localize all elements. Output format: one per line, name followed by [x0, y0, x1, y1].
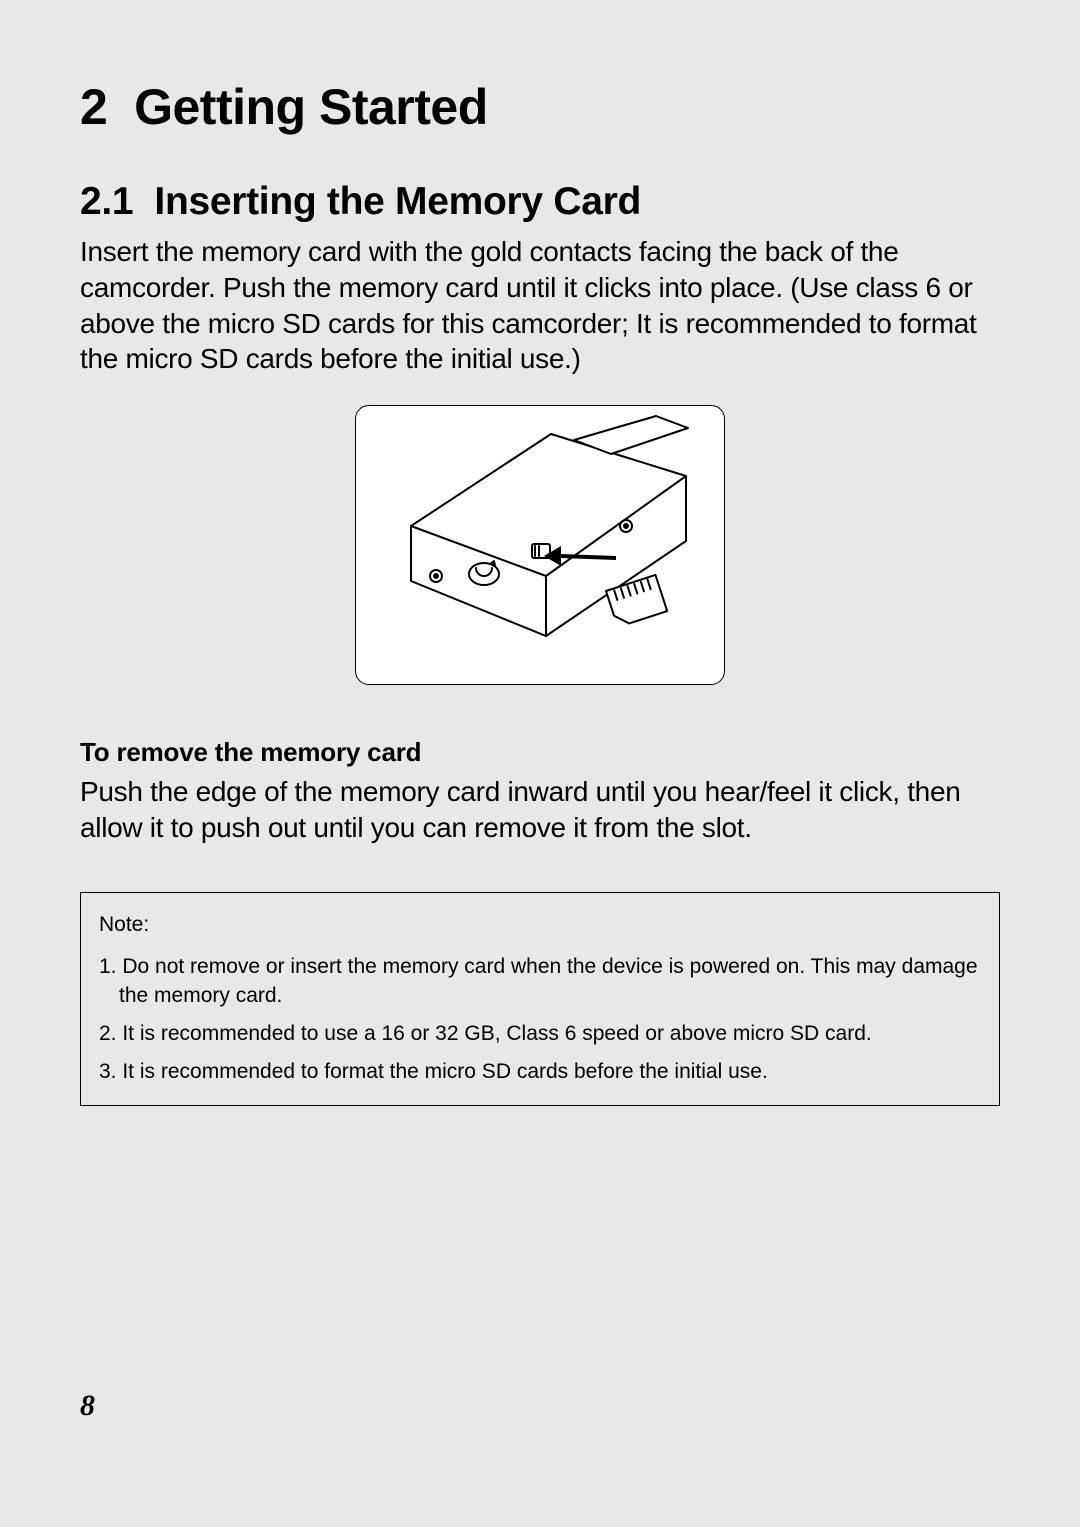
note-item-3: 3. It is recommended to format the micro…	[99, 1058, 981, 1086]
section-title-text: Inserting the Memory Card	[154, 180, 641, 223]
note-item-2: 2. It is recommended to use a 16 or 32 G…	[99, 1020, 981, 1048]
remove-card-paragraph: Push the edge of the memory card inward …	[80, 774, 1000, 846]
page-number: 8	[80, 1389, 95, 1423]
note-box: Note: 1. Do not remove or insert the mem…	[80, 892, 1000, 1106]
camcorder-illustration-svg	[356, 406, 726, 686]
section-title: 2.1 Inserting the Memory Card	[80, 180, 1000, 224]
remove-card-heading: To remove the memory card	[80, 737, 1000, 768]
camcorder-sd-insert-illustration	[355, 405, 725, 685]
chapter-title-text: Getting Started	[134, 79, 488, 135]
note-item-1: 1. Do not remove or insert the memory ca…	[99, 953, 981, 1010]
intro-paragraph: Insert the memory card with the gold con…	[80, 234, 1000, 377]
note-label: Note:	[99, 911, 981, 939]
illustration-container	[80, 405, 1000, 685]
chapter-number: 2	[80, 79, 107, 135]
chapter-title: 2 Getting Started	[80, 78, 1000, 136]
section-number: 2.1	[80, 180, 133, 223]
